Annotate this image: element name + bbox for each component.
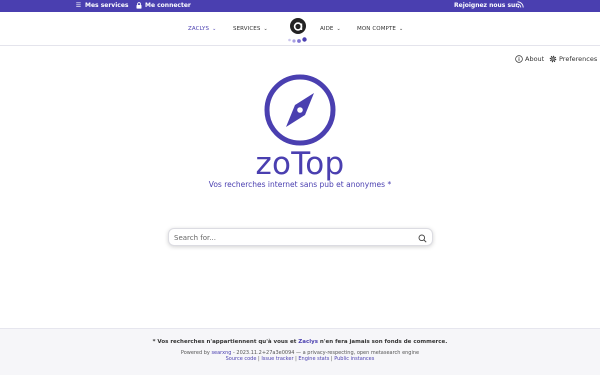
- brand-name: zoTop: [255, 146, 345, 182]
- join-us-label: Rejoignez nous sur: [454, 2, 519, 9]
- preferences-label: Preferences: [559, 55, 598, 63]
- powered-prefix: Powered by: [180, 350, 212, 356]
- nav-services[interactable]: SERVICES ⌄: [233, 26, 268, 32]
- separator: |: [295, 356, 297, 362]
- privacy-note: * Vos recherches n'appartiennent qu'à vo…: [0, 339, 600, 345]
- public-instances-link[interactable]: Public instances: [334, 356, 374, 362]
- join-us-text: Rejoignez nous sur: [454, 2, 518, 9]
- gear-icon: [549, 55, 557, 63]
- my-services-link[interactable]: ☰ Mes services: [75, 2, 129, 9]
- compass-icon: [264, 74, 336, 146]
- separator: |: [330, 356, 333, 362]
- zaclys-link[interactable]: Zaclys: [298, 339, 318, 345]
- engine-stats-link[interactable]: Engine stats: [298, 356, 329, 362]
- search-icon: [418, 234, 427, 243]
- preferences-link[interactable]: Preferences: [549, 55, 597, 63]
- privacy-note-end: n'en fera jamais son fonds de commerce.: [318, 339, 448, 345]
- nav-zaclys-label: ZACLYS: [188, 26, 210, 32]
- top-bar: ☰ Mes services Me connecter Rejoignez no…: [0, 0, 600, 12]
- login-label: Me connecter: [145, 2, 191, 9]
- search-box: [168, 228, 433, 246]
- about-link[interactable]: About: [515, 55, 544, 63]
- brand-tagline: Vos recherches internet sans pub et anon…: [208, 180, 392, 189]
- zaclys-logo-icon[interactable]: [286, 16, 310, 44]
- chevron-down-icon: ⌄: [399, 26, 404, 32]
- privacy-note-start: * Vos recherches n'appartiennent qu'à vo…: [152, 339, 299, 345]
- source-code-link[interactable]: Source code: [226, 356, 257, 362]
- menu-icon: ☰: [75, 2, 82, 9]
- nav-zaclys[interactable]: ZACLYS ⌄: [188, 26, 216, 32]
- chevron-down-icon: ⌄: [336, 26, 341, 32]
- nav-aide[interactable]: AIDE ⌄: [320, 26, 341, 32]
- nav-account-label: MON COMPTE: [357, 26, 397, 32]
- issue-tracker-link[interactable]: Issue tracker: [261, 356, 293, 362]
- my-services-label: Mes services: [85, 2, 129, 9]
- nav-services-label: SERVICES: [233, 26, 261, 32]
- lock-icon: [136, 2, 142, 9]
- chevron-down-icon: ⌄: [263, 26, 268, 32]
- about-label: About: [525, 55, 545, 63]
- chevron-down-icon: ⌄: [212, 26, 217, 32]
- main-navbar: ZACLYS ⌄ SERVICES ⌄ AIDE ⌄ MON COMPTE ⌄: [0, 12, 600, 46]
- rss-icon: [517, 1, 524, 8]
- separator: |: [258, 356, 260, 362]
- nav-account[interactable]: MON COMPTE ⌄: [357, 26, 403, 32]
- footer: * Vos recherches n'appartiennent qu'à vo…: [0, 328, 600, 375]
- rss-link[interactable]: [517, 1, 524, 8]
- search-button[interactable]: [416, 232, 428, 244]
- search-input[interactable]: [174, 232, 404, 244]
- nav-aide-label: AIDE: [320, 26, 334, 32]
- info-icon: [515, 55, 523, 63]
- login-link[interactable]: Me connecter: [136, 2, 191, 9]
- footer-links: Source code | Issue tracker | Engine sta…: [0, 356, 600, 362]
